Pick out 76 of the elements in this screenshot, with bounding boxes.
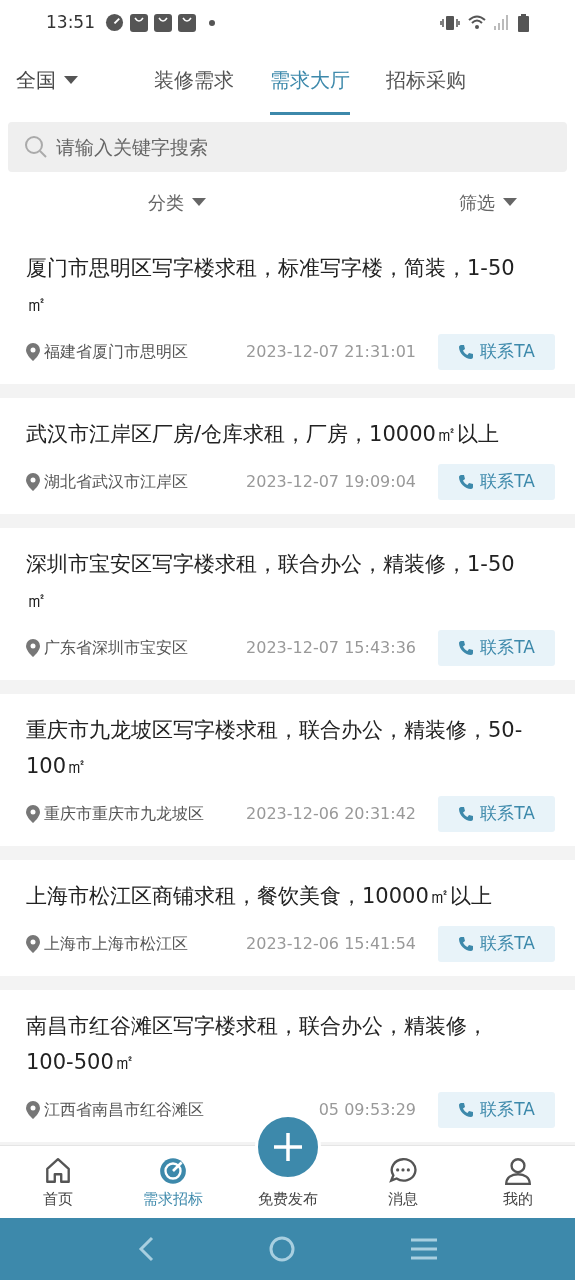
nav-label[interactable]: 免费发布	[257, 1187, 318, 1210]
listing-title: 南昌市红谷滩区写字楼求租，联合办公，精装修，100-500㎡	[26, 1013, 489, 1076]
listing-title: 武汉市江岸区厂房/仓库求租，厂房，10000㎡以上	[26, 421, 500, 448]
post-time: 05 09:53:29	[318, 1099, 416, 1121]
phone-icon	[458, 344, 475, 360]
phone-icon	[458, 1102, 475, 1118]
plus-icon	[271, 1131, 304, 1163]
battery-icon	[518, 13, 529, 32]
location-pin-icon	[26, 935, 40, 953]
search-bar[interactable]: 请输入关键字搜索	[8, 122, 567, 172]
listing-title: 重庆市九龙坡区写字楼求租，联合办公，精装修，50-100㎡	[26, 717, 524, 780]
nav-tab[interactable]: 首页	[0, 1146, 115, 1218]
caret-icon	[503, 198, 517, 206]
filter-dropdown[interactable]: 分类	[148, 188, 206, 216]
vibrate-icon	[440, 14, 460, 31]
location-pin-icon	[26, 639, 40, 657]
location-text: 江西省南昌市红谷滩区	[44, 1099, 204, 1121]
post-time: 2023-12-06 15:41:54	[246, 933, 416, 955]
tab[interactable]: 需求大厅	[270, 45, 350, 115]
contact-button[interactable]: 联系TA	[438, 464, 555, 500]
listing-card[interactable]: 深圳市宝安区写字楼求租，联合办公，精装修，1-50㎡ 广东省深圳市宝安区 2023-12-07 15:43:36 联系TA	[0, 528, 575, 680]
location-pin-icon	[26, 805, 40, 823]
post-time: 2023-12-07 15:43:36	[246, 637, 416, 659]
nav-tab[interactable]: 我的	[460, 1146, 575, 1218]
phone-icon	[458, 474, 475, 490]
signal-icon	[494, 15, 510, 30]
phone-icon	[458, 936, 475, 952]
location-text: 上海市上海市松江区	[44, 933, 188, 955]
nav-tab[interactable]: 需求招标	[115, 1146, 230, 1218]
location-text: 福建省厦门市思明区	[44, 341, 188, 363]
contact-button[interactable]: 联系TA	[438, 334, 555, 370]
chat-bubble-icon	[387, 1155, 418, 1186]
search-icon	[24, 135, 48, 159]
status-time: 13:51	[46, 10, 95, 34]
tab[interactable]: 装修需求	[154, 45, 234, 115]
region-dropdown[interactable]: 全国	[0, 65, 78, 95]
listing-card[interactable]: 上海市松江区商铺求租，餐饮美食，10000㎡以上 上海市上海市松江区 2023-12-06 15:41:54 联系TA	[0, 860, 575, 976]
listing-title: 厦门市思明区写字楼求租，标准写字楼，简装，1-50㎡	[26, 255, 516, 318]
tab[interactable]: 招标采购	[386, 45, 466, 115]
bag-icon	[178, 13, 196, 32]
home-circle-icon[interactable]	[269, 1236, 296, 1262]
location-text: 重庆市重庆市九龙坡区	[44, 803, 204, 825]
contact-button[interactable]: 联系TA	[438, 630, 555, 666]
listing-card[interactable]: 南昌市红谷滩区写字楼求租，联合办公，精装修，100-500㎡ 江西省南昌市红谷滩区 05 09:53:29 联系TA	[0, 990, 575, 1142]
caret-icon	[192, 198, 206, 206]
contact-button[interactable]: 联系TA	[438, 926, 555, 962]
back-icon[interactable]	[137, 1236, 154, 1262]
listing-title: 上海市松江区商铺求租，餐饮美食，10000㎡以上	[26, 883, 493, 910]
post-time: 2023-12-07 21:31:01	[246, 341, 416, 363]
post-time: 2023-12-06 20:31:42	[246, 803, 416, 825]
listing-title: 深圳市宝安区写字楼求租，联合办公，精装修，1-50㎡	[26, 551, 516, 614]
person-icon	[502, 1155, 533, 1186]
location-pin-icon	[26, 473, 40, 491]
phone-icon	[458, 640, 475, 656]
listing-card[interactable]: 厦门市思明区写字楼求租，标准写字楼，简装，1-50㎡ 福建省厦门市思明区 2023-12-07 21:31:01 联系TA	[0, 232, 575, 384]
wifi-icon	[468, 15, 486, 30]
speedometer-icon	[105, 13, 124, 32]
phone-icon	[458, 806, 475, 822]
listing-card[interactable]: 武汉市江岸区厂房/仓库求租，厂房，10000㎡以上 湖北省武汉市江岸区 2023-12-07 19:09:04 联系TA	[0, 398, 575, 514]
contact-button[interactable]: 联系TA	[438, 1092, 555, 1128]
search-field[interactable]: 请输入关键字搜索	[56, 132, 551, 162]
post-time: 2023-12-07 19:09:04	[246, 471, 416, 493]
nav-tab[interactable]: 消息	[345, 1146, 460, 1218]
location-text: 广东省深圳市宝安区	[44, 637, 188, 659]
listing-card[interactable]: 重庆市九龙坡区写字楼求租，联合办公，精装修，50-100㎡ 重庆市重庆市九龙坡区 2023-12-06 20:31:42 联系TA	[0, 694, 575, 846]
contact-button[interactable]: 联系TA	[438, 796, 555, 832]
location-pin-icon	[26, 1101, 40, 1119]
bag-icon	[154, 13, 172, 32]
filter-dropdown[interactable]: 筛选	[459, 188, 517, 216]
dot-icon	[208, 18, 216, 27]
location-text: 湖北省武汉市江岸区	[44, 471, 188, 493]
location-pin-icon	[26, 343, 40, 361]
menu-icon[interactable]	[411, 1238, 438, 1260]
bag-icon	[130, 13, 148, 32]
target-icon	[157, 1155, 188, 1186]
caret-icon	[64, 76, 78, 84]
